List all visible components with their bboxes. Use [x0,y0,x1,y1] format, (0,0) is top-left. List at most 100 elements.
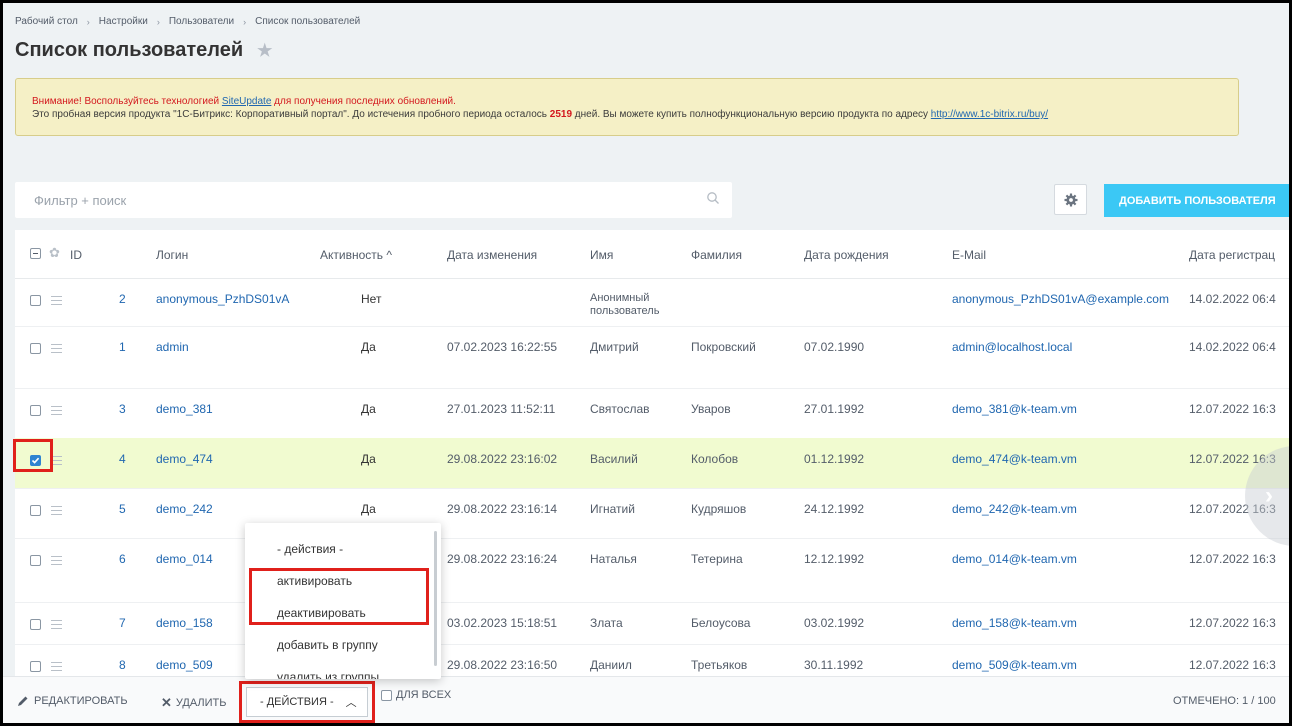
column-header-email[interactable]: E-Mail [952,248,986,262]
row-name: Дмитрий [590,340,639,354]
for-all-checkbox[interactable] [381,689,392,701]
row-id[interactable]: 5 [119,502,126,516]
table-row[interactable]: 7 demo_158 03.02.2023 15:18:51 Злата Белоусо… [15,602,1289,645]
drag-handle-icon[interactable] [51,296,62,308]
row-email[interactable]: demo_509@k-team.vm [952,658,1077,672]
table-row[interactable]: 4 demo_474 Да 29.08.2022 23:16:02 Василий Кол… [15,438,1289,489]
menu-item-remove-from-group[interactable]: удалить из группы [277,670,379,679]
table-row[interactable]: 2 anonymous_PzhDS01vA Нет Анонимный пользова… [15,278,1289,327]
row-checkbox[interactable] [30,405,41,416]
table-row[interactable]: 3 demo_381 Да 27.01.2023 11:52:11 Святослав У… [15,388,1289,439]
row-id[interactable]: 2 [119,292,126,306]
drag-handle-icon[interactable] [51,506,62,518]
grid-header: ✿ ID Логин Активность ^ Дата изменения И… [15,230,1289,279]
row-name: Анонимный [590,292,650,304]
drag-handle-icon[interactable] [51,556,62,568]
gear-icon [1064,193,1077,206]
drag-handle-icon[interactable] [51,344,62,356]
row-name: Василий [590,452,638,466]
drag-handle-icon[interactable] [51,406,62,418]
column-header-birthday[interactable]: Дата рождения [804,248,889,262]
grid-settings-button[interactable] [1054,184,1087,215]
column-header-login[interactable]: Логин [156,248,188,262]
filter-search-input[interactable]: Фильтр + поиск [15,182,732,218]
row-login[interactable]: demo_014 [156,552,213,566]
bottom-action-bar: РЕДАКТИРОВАТЬ ✕ УДАЛИТЬ - ДЕЙСТВИЯ - ︿ Д… [3,676,1289,723]
select-all-checkbox[interactable] [30,248,41,259]
row-surname: Колобов [691,452,739,466]
row-checkbox[interactable] [30,661,41,672]
delete-button[interactable]: ✕ УДАЛИТЬ [161,695,227,711]
column-settings-gear-icon[interactable]: ✿ [49,245,60,261]
row-login[interactable]: demo_509 [156,658,213,672]
row-email[interactable]: demo_474@k-team.vm [952,452,1077,466]
table-row[interactable]: 8 demo_509 29.08.2022 23:16:50 Даниил Третья… [15,644,1289,676]
row-email[interactable]: admin@localhost.local [952,340,1072,354]
column-header-active[interactable]: Активность ^ [320,248,392,262]
drag-handle-icon[interactable] [51,662,62,674]
search-icon[interactable] [706,191,720,205]
row-name: Наталья [590,552,637,566]
warning-text-2: для получения последних обновлений. [271,96,456,107]
for-all-label: ДЛЯ ВСЕХ [396,689,452,701]
row-birthday: 30.11.1992 [804,658,864,672]
row-login[interactable]: demo_242 [156,502,213,516]
row-id[interactable]: 1 [119,340,126,354]
row-login[interactable]: demo_474 [156,452,213,466]
row-checkbox[interactable] [30,295,41,306]
table-row[interactable]: 5 demo_242 Да 29.08.2022 23:16:14 Игнатий Куд… [15,488,1289,539]
siteupdate-link[interactable]: SiteUpdate [222,96,271,107]
row-id[interactable]: 8 [119,658,126,672]
menu-item-none[interactable]: - действия - [277,542,343,556]
page-title: Список пользователей [15,39,244,61]
row-login[interactable]: demo_381 [156,402,213,416]
row-checkbox[interactable] [30,555,41,566]
column-header-registered[interactable]: Дата регистрац [1189,248,1275,262]
edit-button[interactable]: РЕДАКТИРОВАТЬ [17,695,128,707]
row-email[interactable]: demo_242@k-team.vm [952,502,1077,516]
row-email[interactable]: demo_158@k-team.vm [952,616,1077,630]
row-modified: 27.01.2023 11:52:11 [447,402,556,416]
highlight-actions-annotation [239,681,375,723]
row-email[interactable]: demo_014@k-team.vm [952,552,1077,566]
row-active: Да [361,502,376,516]
menu-scrollbar[interactable] [434,531,437,666]
row-birthday: 01.12.1992 [804,452,865,466]
users-grid: ✿ ID Логин Активность ^ Дата изменения И… [15,230,1289,676]
row-id[interactable]: 6 [119,552,126,566]
row-name: Злата [590,616,623,630]
selected-counter: ОТМЕЧЕНО: 1 / 100 [1173,695,1276,707]
row-id[interactable]: 3 [119,402,126,416]
row-birthday: 07.02.1990 [804,340,865,354]
column-header-modified[interactable]: Дата изменения [447,248,537,262]
trial-text-2: дней. Вы можете купить полнофункциональн… [572,109,931,120]
row-email[interactable]: demo_381@k-team.vm [952,402,1077,416]
row-checkbox[interactable] [30,505,41,516]
star-icon[interactable]: ★ [257,41,272,61]
breadcrumb-item-desktop[interactable]: Рабочий стол [15,16,78,27]
row-login[interactable]: admin [156,340,189,354]
row-email[interactable]: anonymous_PzhDS01vA@example.com [952,292,1169,306]
row-login[interactable]: demo_158 [156,616,213,630]
row-checkbox[interactable] [30,343,41,354]
column-header-surname[interactable]: Фамилия [691,248,742,262]
drag-handle-icon[interactable] [51,620,62,632]
column-header-id[interactable]: ID [70,248,82,262]
row-registered: 12.07.2022 16:3 [1189,658,1276,672]
menu-item-add-to-group[interactable]: добавить в группу [277,638,378,652]
row-id[interactable]: 4 [119,452,126,466]
row-login[interactable]: anonymous_PzhDS01vA [156,292,289,306]
page-title-row: Список пользователей ★ [15,39,272,62]
table-row[interactable]: 6 demo_014 29.08.2022 23:16:24 Наталья Тетер… [15,538,1289,603]
row-checkbox[interactable] [30,619,41,630]
add-user-button[interactable]: ДОБАВИТЬ ПОЛЬЗОВАТЕЛЯ [1104,184,1289,217]
row-id[interactable]: 7 [119,616,126,630]
row-name: Игнатий [590,502,635,516]
for-all-toggle[interactable]: ДЛЯ ВСЕХ [381,689,451,701]
row-birthday: 12.12.1992 [804,552,865,566]
buy-link[interactable]: http://www.1c-bitrix.ru/buy/ [931,109,1048,120]
breadcrumb-item-users[interactable]: Пользователи [169,16,234,27]
column-header-name[interactable]: Имя [590,248,613,262]
breadcrumb-item-settings[interactable]: Настройки [99,16,148,27]
table-row[interactable]: 1 admin Да 07.02.2023 16:22:55 Дмитрий Покров… [15,326,1289,389]
